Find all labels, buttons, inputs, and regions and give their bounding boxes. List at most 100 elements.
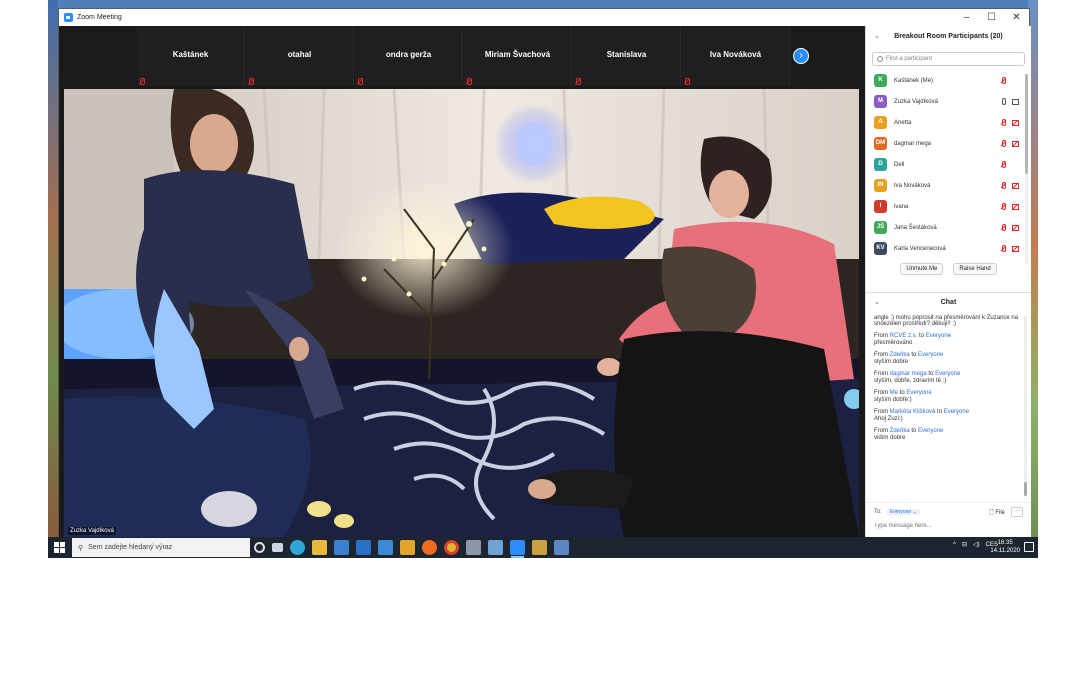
muted-mic-icon: [684, 78, 690, 85]
firefox-icon[interactable]: [422, 540, 437, 555]
close-button[interactable]: ✕: [1004, 9, 1029, 26]
from-word: From: [874, 428, 888, 434]
chat-recipient: Everyone: [943, 409, 970, 415]
edge-icon[interactable]: [290, 540, 305, 555]
more-options-button[interactable]: ···: [1011, 507, 1023, 517]
video-thumbnail[interactable]: otahal: [246, 26, 354, 86]
participant-row[interactable]: A Anetta: [866, 112, 1031, 133]
chat-scrollbar[interactable]: [1024, 316, 1027, 496]
chat-text: přesměrováno: [874, 340, 913, 346]
file-button[interactable]: 🗋 File: [989, 508, 1005, 518]
video-thumbnail[interactable]: Stanislava: [573, 26, 681, 86]
avatar: K: [874, 74, 887, 87]
chat-message: From Me to Everyone slyším dobře:): [874, 390, 1020, 403]
thumbnail-name: otahal: [287, 50, 312, 59]
video-off-icon[interactable]: [1012, 119, 1019, 126]
video-off-icon[interactable]: [1012, 245, 1019, 252]
windows-start-icon[interactable]: [54, 542, 65, 553]
search-placeholder: Find a participant: [886, 56, 933, 62]
video-off-icon[interactable]: [1012, 140, 1019, 147]
window-app-icon[interactable]: [554, 540, 569, 555]
mic-icon[interactable]: [1000, 98, 1007, 105]
video-icon[interactable]: [1012, 98, 1019, 105]
chat-text: slyším, dobře, zdravím tě :): [874, 378, 947, 384]
file-icon: 🗋: [988, 510, 994, 516]
video-thumbnail[interactable]: ondra gerža: [355, 26, 463, 86]
muted-mic-icon[interactable]: [1000, 77, 1007, 84]
chat-sender: Zdeňka: [889, 352, 910, 358]
video-thumbnail[interactable]: Iva Nováková: [682, 26, 790, 86]
video-area: Kaštánek otahal ondra gerža Miriam Švach…: [59, 26, 865, 537]
video-frame: [64, 89, 859, 537]
collapse-chevron-icon[interactable]: ⌄: [874, 26, 880, 48]
next-page-button[interactable]: ›: [793, 48, 809, 64]
chat-message-partial: angle :) mohu poprosit na přesměrování k…: [874, 315, 1019, 327]
file-explorer-icon[interactable]: [312, 540, 327, 555]
participant-row[interactable]: DM dagmar mega: [866, 133, 1031, 154]
from-word: From: [874, 409, 888, 415]
recipient-dropdown[interactable]: Everyone ⌄: [887, 509, 920, 515]
chat-message: From Zdeňka to Everyone vidím dobre: [874, 428, 1020, 441]
zoom-taskbar-icon[interactable]: [510, 540, 525, 558]
from-word: From: [874, 352, 888, 358]
participant-row[interactable]: K Kaštánek (Me): [866, 70, 1031, 91]
participant-row[interactable]: M Zuzka Vajdíková: [866, 91, 1031, 112]
muted-mic-icon[interactable]: [1000, 224, 1007, 231]
participant-row[interactable]: IN Iva Nováková: [866, 175, 1031, 196]
participant-scrollbar[interactable]: [1025, 74, 1028, 264]
thumbnail-name: ondra gerža: [385, 50, 432, 59]
muted-mic-icon[interactable]: [1000, 161, 1007, 168]
chat-sender: RCVE z.s.: [889, 333, 918, 339]
archive-icon[interactable]: [532, 540, 547, 555]
raise-hand-button[interactable]: Raise Hand: [953, 263, 997, 275]
chat-recipient: Everyone: [906, 390, 932, 396]
participant-row[interactable]: D Dell: [866, 154, 1031, 175]
video-off-icon[interactable]: [1012, 182, 1019, 189]
chat-text: Ahoj Zuzi:): [874, 416, 903, 422]
participants-panel-header: ⌄ Breakout Room Participants (20): [866, 26, 1031, 48]
taskbar-clock[interactable]: 16:35 14.11.2020: [990, 539, 1020, 555]
chat-message: From RCVE z.s. to Everyone přesměrováno: [874, 333, 1020, 346]
participant-name: Karla Vencenecová: [894, 245, 946, 252]
chrome-icon[interactable]: [444, 540, 459, 555]
network-app-icon[interactable]: [488, 540, 503, 555]
notification-center-icon[interactable]: [1024, 542, 1034, 552]
chat-sender: Zdeňka: [889, 428, 910, 434]
chat-message: From Zdeňka to Everyone slyším dobre: [874, 352, 1020, 365]
video-thumbnail[interactable]: Kaštánek: [137, 26, 245, 86]
muted-mic-icon[interactable]: [1000, 182, 1007, 189]
participant-name: Dell: [894, 161, 905, 168]
muted-mic-icon[interactable]: [1000, 245, 1007, 252]
unmute-me-button[interactable]: Unmute Me: [900, 263, 944, 275]
chat-header: ⌄ Chat: [866, 294, 1031, 312]
minimize-button[interactable]: –: [954, 9, 979, 26]
store-icon[interactable]: [334, 540, 349, 555]
taskbar-search-box[interactable]: ⚲ Sem zadejte hledaný výraz: [72, 538, 250, 557]
chat-message: From Markéta Klišková to Everyone Ahoj Zu…: [874, 409, 1020, 422]
cortana-icon[interactable]: [254, 542, 265, 553]
video-off-icon[interactable]: [1012, 203, 1019, 210]
mail-icon[interactable]: [356, 540, 371, 555]
windows-taskbar: ⚲ Sem zadejte hledaný výraz ^ ⊟ ◁) CES 1…: [48, 537, 1038, 558]
calculator-icon[interactable]: [466, 540, 481, 555]
muted-mic-icon[interactable]: [1000, 203, 1007, 210]
task-view-icon[interactable]: [272, 543, 283, 552]
side-panel: ⌄ Breakout Room Participants (20) Find a…: [865, 26, 1031, 537]
collapse-chevron-icon[interactable]: ⌄: [874, 294, 880, 312]
muted-mic-icon[interactable]: [1000, 140, 1007, 147]
network-icon[interactable]: ⊟: [962, 541, 967, 548]
participant-row[interactable]: JŠ Jana Šestáková: [866, 217, 1031, 238]
participant-row[interactable]: Iivana: [866, 196, 1031, 217]
maximize-button[interactable]: ☐: [979, 9, 1004, 26]
volume-icon[interactable]: ◁): [973, 541, 980, 548]
media-icon[interactable]: [400, 540, 415, 555]
participants-panel-title: Breakout Room Participants (20): [894, 33, 1003, 40]
tray-overflow-icon[interactable]: ^: [953, 542, 956, 548]
muted-mic-icon[interactable]: [1000, 119, 1007, 126]
app-icon[interactable]: [378, 540, 393, 555]
participant-search-input[interactable]: Find a participant: [872, 52, 1025, 66]
video-thumbnail[interactable]: Miriam Švachová: [464, 26, 572, 86]
video-off-icon[interactable]: [1012, 224, 1019, 231]
chat-message-input[interactable]: [874, 523, 1024, 529]
participant-row[interactable]: KV Karla Vencenecová: [866, 238, 1031, 259]
